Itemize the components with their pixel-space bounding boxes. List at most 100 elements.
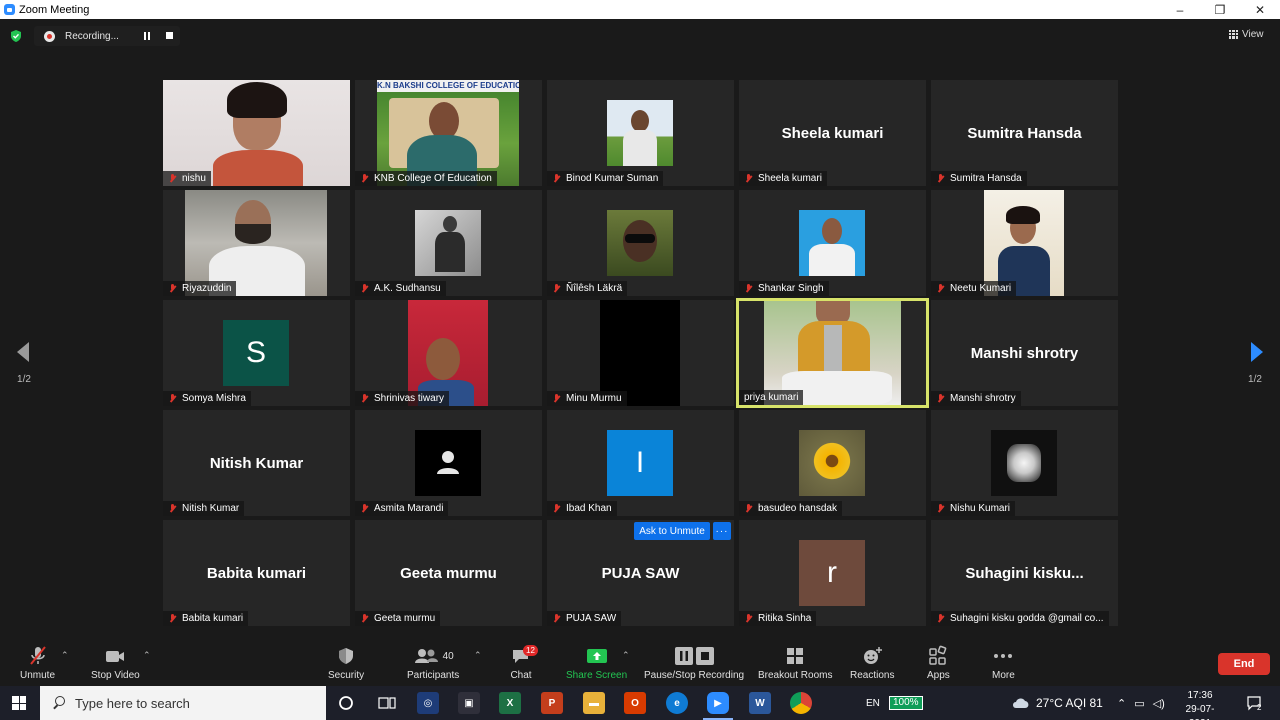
participant-tile[interactable]: Geeta murmu Geeta murmu: [355, 520, 542, 626]
breakout-rooms-button[interactable]: Breakout Rooms: [758, 645, 832, 681]
participant-tile[interactable]: Binod Kumar Suman: [547, 80, 734, 186]
view-label: View: [1242, 28, 1264, 40]
security-button[interactable]: Security: [328, 645, 364, 681]
maximize-button[interactable]: ❐: [1200, 0, 1240, 19]
muted-mic-icon: [360, 283, 369, 294]
participant-tile[interactable]: Asmita Marandi: [355, 410, 542, 516]
breakout-rooms-icon: [787, 648, 804, 664]
more-label: More: [992, 670, 1015, 681]
reactions-label: Reactions: [850, 670, 895, 681]
end-meeting-button[interactable]: End: [1218, 653, 1270, 675]
participant-tile[interactable]: Ñîlêsh Läkrä: [547, 190, 734, 296]
participant-tile[interactable]: Manshi shrotry Manshi shrotry: [931, 300, 1118, 406]
powerpoint-app-icon[interactable]: P: [541, 692, 563, 714]
muted-mic-icon: [744, 283, 753, 294]
zoom-taskbar-icon[interactable]: ▶: [703, 692, 733, 720]
muted-mic-icon: [168, 613, 177, 624]
participant-tile[interactable]: r Ritika Sinha: [739, 520, 926, 626]
participant-tile[interactable]: Nishu Kumari: [931, 410, 1118, 516]
share-screen-icon: [586, 649, 607, 663]
video-options-caret-icon[interactable]: ⌃: [143, 650, 151, 661]
edge-browser-icon[interactable]: e: [666, 692, 688, 714]
participant-tile[interactable]: A.K. Sudhansu: [355, 190, 542, 296]
participant-tile[interactable]: Shrinivas tiwary: [355, 300, 542, 406]
minimize-button[interactable]: –: [1160, 0, 1200, 19]
muted-mic-icon: [744, 503, 753, 514]
muted-mic-icon: [168, 173, 177, 184]
cortana-icon[interactable]: [338, 695, 354, 711]
tile-more-options-button[interactable]: ···: [713, 522, 731, 540]
language-indicator[interactable]: EN: [866, 686, 880, 720]
participant-nameplate: Binod Kumar Suman: [547, 171, 664, 186]
participant-tile[interactable]: Nitish Kumar Nitish Kumar: [163, 410, 350, 516]
battery-indicator[interactable]: 100%: [889, 686, 923, 720]
participant-tile[interactable]: K.N BAKSHI COLLEGE OF EDUCATION KNB Coll…: [355, 80, 542, 186]
security-shield-icon[interactable]: [9, 29, 23, 43]
participant-nameplate: Manshi shrotry: [931, 391, 1021, 406]
participant-nameplate: Neetu Kumari: [931, 281, 1017, 296]
participant-tile[interactable]: Babita kumari Babita kumari: [163, 520, 350, 626]
pause-stop-recording-label: Pause/Stop Recording: [644, 670, 745, 681]
stop-recording-icon[interactable]: [166, 32, 173, 39]
taskbar-clock[interactable]: 17:36 29-07-2021: [1176, 689, 1224, 720]
participant-tile[interactable]: Sheela kumari Sheela kumari: [739, 80, 926, 186]
profile-picture: [415, 210, 481, 276]
close-button[interactable]: ✕: [1240, 0, 1280, 19]
excel-app-icon[interactable]: X: [499, 692, 521, 714]
participant-tile[interactable]: S Somya Mishra: [163, 300, 350, 406]
active-speaker-tile[interactable]: priya kumari: [736, 298, 929, 408]
weather-widget[interactable]: 27°C AQI 81: [1011, 686, 1103, 720]
participant-tile[interactable]: Riyazuddin: [163, 190, 350, 296]
next-page-arrow-icon[interactable]: [1249, 341, 1265, 363]
previous-page-arrow-icon[interactable]: [15, 341, 31, 363]
muted-mic-icon: [168, 283, 177, 294]
ask-to-unmute-button[interactable]: Ask to Unmute: [634, 522, 710, 540]
share-screen-button[interactable]: Share Screen: [566, 645, 627, 681]
participant-nameplate: Nishu Kumari: [931, 501, 1016, 516]
video-camera-icon: [106, 651, 125, 662]
participant-tile[interactable]: Minu Murmu: [547, 300, 734, 406]
participant-tile[interactable]: I Ibad Khan: [547, 410, 734, 516]
system-tray-icons[interactable]: ⌃ ▭ ◁): [1117, 686, 1165, 720]
muted-mic-icon: [552, 503, 561, 514]
file-explorer-icon[interactable]: ▬: [583, 692, 605, 714]
word-app-icon[interactable]: W: [749, 692, 771, 714]
task-view-icon[interactable]: [378, 695, 396, 711]
clock-time: 17:36: [1187, 690, 1213, 701]
participant-tile[interactable]: Shankar Singh: [739, 190, 926, 296]
taskbar-search[interactable]: Type here to search: [40, 686, 326, 720]
participant-tile[interactable]: Sumitra Hansda Sumitra Hansda: [931, 80, 1118, 186]
participant-tile[interactable]: basudeo hansdak: [739, 410, 926, 516]
unmute-button[interactable]: Unmute: [20, 645, 55, 681]
default-avatar: [415, 430, 481, 496]
pause-stop-recording-button[interactable]: Pause/Stop Recording: [644, 645, 744, 681]
apps-button[interactable]: Apps: [927, 645, 950, 681]
pause-recording-icon[interactable]: [142, 31, 152, 41]
vpn-app-icon[interactable]: ◎: [417, 692, 439, 714]
participant-tile[interactable]: Neetu Kumari: [931, 190, 1118, 296]
more-button[interactable]: More: [992, 645, 1015, 681]
audio-options-caret-icon[interactable]: ⌃: [61, 650, 69, 661]
show-hidden-icons-icon[interactable]: ⌃: [1117, 697, 1126, 710]
participant-tile[interactable]: nishu: [163, 80, 350, 186]
meeting-area: Recording... View 1/2 1/2 nishu K.N BAKS…: [0, 19, 1280, 636]
share-options-caret-icon[interactable]: ⌃: [622, 650, 630, 661]
notification-count: 2: [1257, 702, 1262, 712]
recording-label: Recording...: [65, 30, 119, 42]
reactions-button[interactable]: Reactions: [850, 645, 894, 681]
notifications-button[interactable]: 2: [1246, 686, 1261, 720]
participants-options-caret-icon[interactable]: ⌃: [474, 650, 482, 661]
chrome-browser-icon[interactable]: [790, 692, 812, 714]
speaker-icon[interactable]: ◁): [1153, 697, 1165, 710]
participant-nameplate: Shrinivas tiwary: [355, 391, 450, 406]
office-app-icon[interactable]: O: [624, 692, 646, 714]
participant-tile[interactable]: Suhagini kisku... Suhagini kisku godda @…: [931, 520, 1118, 626]
view-button[interactable]: View: [1229, 26, 1264, 42]
muted-mic-icon: [936, 173, 945, 184]
network-icon[interactable]: ▭: [1134, 697, 1144, 710]
participants-button[interactable]: 40 Participants: [407, 645, 459, 681]
windows-start-icon[interactable]: [12, 696, 26, 710]
store-app-icon[interactable]: ▣: [458, 692, 480, 714]
breakout-rooms-label: Breakout Rooms: [758, 670, 833, 681]
stop-video-button[interactable]: Stop Video: [91, 645, 140, 681]
